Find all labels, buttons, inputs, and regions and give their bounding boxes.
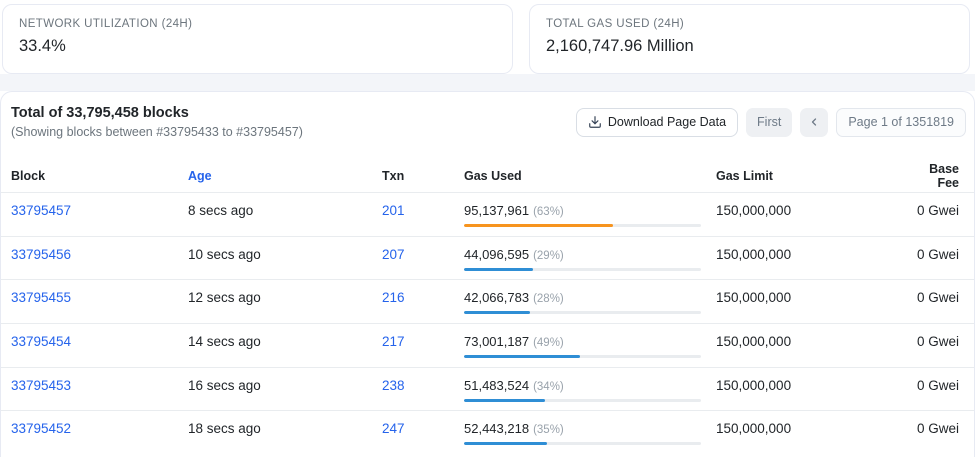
- download-page-data-button[interactable]: Download Page Data: [576, 108, 738, 137]
- age-cell: 12 secs ago: [188, 290, 382, 305]
- gas-used-cell: 44,096,595 (29%): [464, 247, 716, 271]
- gas-used-bar-track: [464, 311, 701, 314]
- block-link[interactable]: 33795453: [11, 378, 188, 393]
- txn-count-link[interactable]: 247: [382, 421, 464, 436]
- blocks-list-card: Total of 33,795,458 blocks (Showing bloc…: [0, 91, 975, 457]
- gas-used-bar-track: [464, 224, 701, 227]
- network-utilization-label: NETWORK UTILIZATION (24H): [19, 18, 496, 30]
- block-link[interactable]: 33795455: [11, 290, 188, 305]
- gas-used-percent: (29%): [533, 250, 564, 262]
- base-fee-cell: 0 Gwei: [911, 247, 959, 262]
- gas-used-bar-fill: [464, 268, 533, 271]
- pagination-controls: Download Page Data First Page 1 of 13518…: [576, 108, 966, 137]
- first-page-button[interactable]: First: [746, 108, 792, 137]
- previous-page-button[interactable]: [800, 108, 828, 137]
- gas-used-cell: 95,137,961 (63%): [464, 203, 716, 227]
- chevron-left-icon: [808, 116, 820, 128]
- col-header-txn: Txn: [382, 169, 464, 183]
- gas-used-percent: (63%): [533, 206, 564, 218]
- table-header-row: Block Age Txn Gas Used Gas Limit Base Fe…: [1, 160, 974, 193]
- gas-used-cell: 51,483,524 (34%): [464, 378, 716, 402]
- total-gas-used-card: TOTAL GAS USED (24H) 2,160,747.96 Millio…: [529, 4, 970, 74]
- gas-used-bar-fill: [464, 442, 547, 445]
- table-row: 33795452 18 secs ago 247 52,443,218 (35%…: [1, 411, 974, 455]
- gas-limit-cell: 150,000,000: [716, 247, 911, 262]
- age-cell: 16 secs ago: [188, 378, 382, 393]
- gas-used-percent: (28%): [533, 293, 564, 305]
- gas-used-bar-track: [464, 399, 701, 402]
- gas-used-value: 52,443,218: [464, 421, 529, 436]
- gas-used-value: 51,483,524: [464, 378, 529, 393]
- age-cell: 18 secs ago: [188, 421, 382, 436]
- gas-used-cell: 73,001,187 (49%): [464, 334, 716, 358]
- gas-limit-cell: 150,000,000: [716, 378, 911, 393]
- gas-used-bar-fill: [464, 399, 545, 402]
- age-cell: 10 secs ago: [188, 247, 382, 262]
- stats-row: NETWORK UTILIZATION (24H) 33.4% TOTAL GA…: [2, 4, 975, 74]
- base-fee-cell: 0 Gwei: [911, 378, 959, 393]
- age-cell: 8 secs ago: [188, 203, 382, 218]
- gas-used-bar-fill: [464, 311, 530, 314]
- gas-used-bar-track: [464, 355, 701, 358]
- table-row: 33795455 12 secs ago 216 42,066,783 (28%…: [1, 280, 974, 324]
- block-link[interactable]: 33795452: [11, 421, 188, 436]
- list-header-text: Total of 33,795,458 blocks (Showing bloc…: [11, 105, 303, 139]
- txn-count-link[interactable]: 216: [382, 290, 464, 305]
- network-utilization-value: 33.4%: [19, 37, 496, 56]
- section-divider-band: [0, 74, 975, 91]
- block-link[interactable]: 33795457: [11, 203, 188, 218]
- first-button-label: First: [757, 115, 781, 129]
- table-row: 33795454 14 secs ago 217 73,001,187 (49%…: [1, 324, 974, 368]
- gas-used-value: 44,096,595: [464, 247, 529, 262]
- txn-count-link[interactable]: 217: [382, 334, 464, 349]
- age-cell: 14 secs ago: [188, 334, 382, 349]
- blocks-showing-subtitle: (Showing blocks between #33795433 to #33…: [11, 125, 303, 139]
- base-fee-cell: 0 Gwei: [911, 203, 959, 218]
- gas-used-value: 95,137,961: [464, 203, 529, 218]
- gas-used-value: 73,001,187: [464, 334, 529, 349]
- gas-limit-cell: 150,000,000: [716, 203, 911, 218]
- gas-used-bar-track: [464, 268, 701, 271]
- table-row: 33795453 16 secs ago 238 51,483,524 (34%…: [1, 368, 974, 412]
- col-header-base-fee: Base Fee: [911, 162, 959, 190]
- blocks-total-title: Total of 33,795,458 blocks: [11, 105, 303, 121]
- gas-limit-cell: 150,000,000: [716, 290, 911, 305]
- col-header-age[interactable]: Age: [188, 169, 382, 183]
- base-fee-cell: 0 Gwei: [911, 421, 959, 436]
- download-button-label: Download Page Data: [608, 115, 726, 129]
- gas-used-cell: 52,443,218 (35%): [464, 421, 716, 445]
- txn-count-link[interactable]: 201: [382, 203, 464, 218]
- total-gas-used-value: 2,160,747.96 Million: [546, 37, 953, 56]
- table-row: 33795456 10 secs ago 207 44,096,595 (29%…: [1, 237, 974, 281]
- gas-used-value: 42,066,783: [464, 290, 529, 305]
- block-link[interactable]: 33795454: [11, 334, 188, 349]
- base-fee-cell: 0 Gwei: [911, 290, 959, 305]
- txn-count-link[interactable]: 238: [382, 378, 464, 393]
- table-row: 33795457 8 secs ago 201 95,137,961 (63%)…: [1, 193, 974, 237]
- total-gas-used-label: TOTAL GAS USED (24H): [546, 18, 953, 30]
- col-header-block: Block: [11, 169, 188, 183]
- gas-used-percent: (34%): [533, 381, 564, 393]
- gas-limit-cell: 150,000,000: [716, 334, 911, 349]
- col-header-gas-limit: Gas Limit: [716, 169, 911, 183]
- gas-used-bar-fill: [464, 224, 613, 227]
- gas-used-cell: 42,066,783 (28%): [464, 290, 716, 314]
- gas-used-bar-track: [464, 442, 701, 445]
- network-utilization-card: NETWORK UTILIZATION (24H) 33.4%: [2, 4, 513, 74]
- gas-limit-cell: 150,000,000: [716, 421, 911, 436]
- download-icon: [588, 115, 602, 129]
- col-header-gas-used: Gas Used: [464, 169, 716, 183]
- gas-used-percent: (49%): [533, 337, 564, 349]
- block-link[interactable]: 33795456: [11, 247, 188, 262]
- gas-used-bar-fill: [464, 355, 580, 358]
- gas-used-percent: (35%): [533, 424, 564, 436]
- blocks-table: Block Age Txn Gas Used Gas Limit Base Fe…: [1, 160, 974, 455]
- base-fee-cell: 0 Gwei: [911, 334, 959, 349]
- list-header: Total of 33,795,458 blocks (Showing bloc…: [1, 92, 974, 139]
- txn-count-link[interactable]: 207: [382, 247, 464, 262]
- page-indicator: Page 1 of 1351819: [836, 108, 966, 137]
